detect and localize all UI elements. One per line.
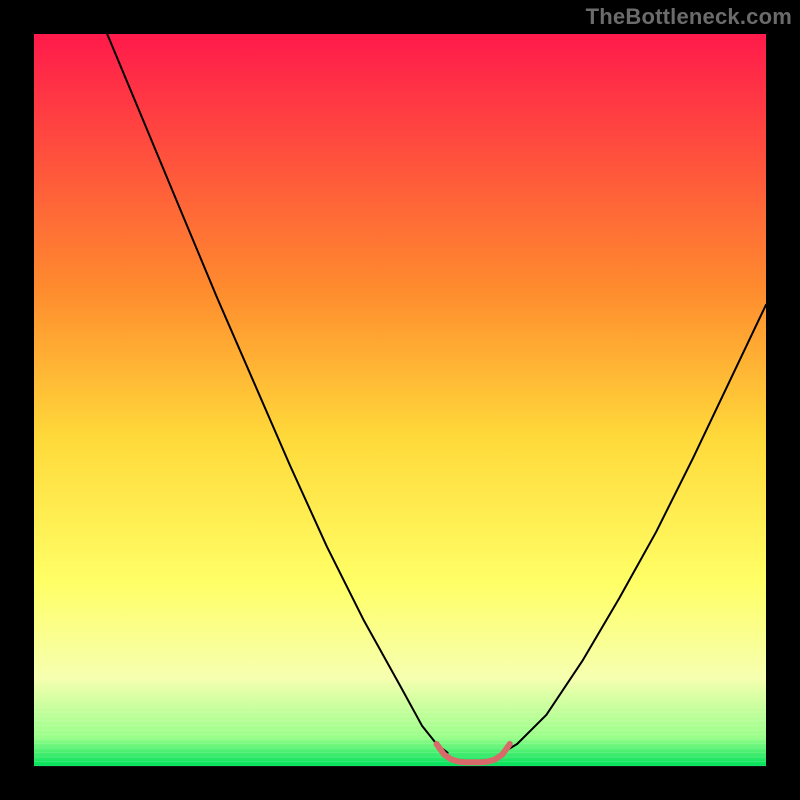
bottleneck-chart bbox=[0, 0, 800, 800]
chart-frame: TheBottleneck.com bbox=[0, 0, 800, 800]
plot-background bbox=[34, 34, 766, 766]
watermark-text: TheBottleneck.com bbox=[586, 4, 792, 30]
